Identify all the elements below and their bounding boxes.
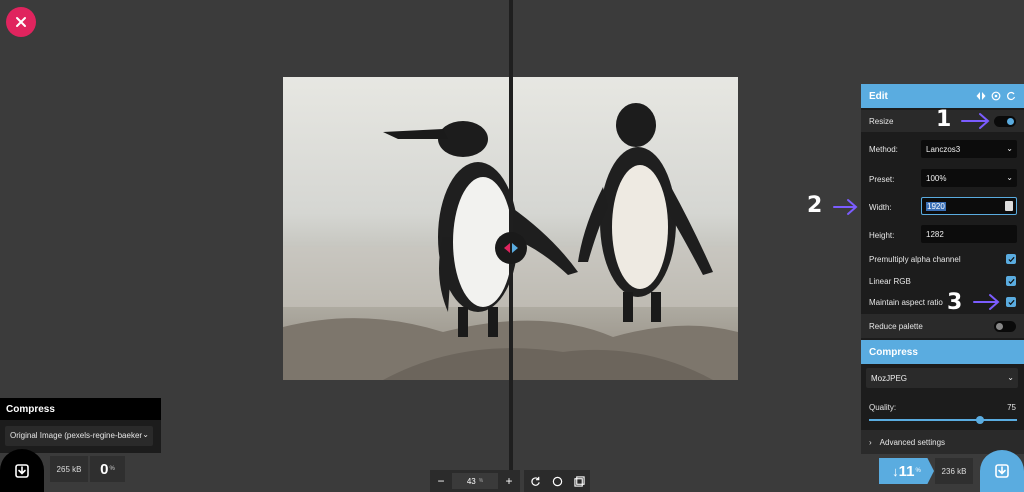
height-value: 1282 — [926, 230, 944, 239]
reduce-palette-row: Reduce palette — [861, 314, 1024, 338]
right-download-button[interactable] — [980, 450, 1024, 492]
annotation-1: 1 — [936, 107, 952, 132]
download-icon — [995, 464, 1009, 478]
download-icon — [15, 463, 29, 478]
split-handle[interactable] — [495, 232, 527, 264]
quality-slider[interactable] — [869, 416, 1017, 424]
preset-select[interactable]: 100% ⌄ — [921, 169, 1017, 187]
minus-icon: − — [437, 474, 445, 488]
close-button[interactable] — [6, 7, 36, 37]
quality-value: 75 — [1007, 402, 1016, 412]
original-image-select[interactable]: Original Image (pexels-regine-baeker ⌄ — [5, 426, 153, 446]
refresh-icon[interactable] — [1006, 91, 1016, 101]
size-reduction-badge: ↓ 11% — [879, 458, 934, 484]
zoom-toolbar: − 43% + — [430, 470, 520, 492]
edit-panel: Edit Resize Method: Lanczos3 ⌄ Preset: 1… — [861, 84, 1024, 454]
quality-label: Quality: — [869, 402, 897, 412]
reduction-percent: 11 — [898, 462, 915, 480]
left-compress-panel: Compress Original Image (pexels-regine-b… — [0, 398, 161, 453]
preview-overlay-button[interactable] — [570, 470, 588, 492]
method-value: Lanczos3 — [926, 145, 961, 154]
zoom-in-button[interactable]: + — [498, 470, 520, 492]
reduce-palette-label: Reduce palette — [869, 321, 923, 331]
edit-panel-title: Edit — [869, 90, 888, 102]
chevron-down-icon: ⌄ — [1006, 173, 1013, 182]
preset-value: 100% — [926, 174, 947, 183]
width-value: 1920 — [926, 202, 946, 211]
zoom-value: 43 — [466, 476, 476, 486]
annotation-arrow-1 — [961, 113, 990, 129]
background-toggle-button[interactable] — [548, 470, 566, 492]
premultiply-label: Premultiply alpha channel — [869, 254, 961, 264]
reduction-unit: % — [915, 468, 921, 474]
circle-icon — [552, 476, 562, 486]
chevron-down-icon: ⌄ — [1006, 144, 1013, 153]
check-icon — [1007, 278, 1015, 284]
quality-slider-thumb[interactable] — [976, 416, 984, 424]
left-percent-unit: % — [109, 466, 115, 472]
overlay-icon — [573, 475, 585, 487]
compress-section-header: Compress — [861, 340, 1024, 364]
original-image-select-value: Original Image (pexels-regine-baeker — [10, 431, 143, 440]
chevron-down-icon: ⌄ — [142, 430, 149, 439]
width-input[interactable]: 1920 — [921, 197, 1017, 215]
chevron-right-icon: › — [869, 437, 872, 447]
zoom-level[interactable]: 43% — [452, 473, 498, 489]
plus-icon: + — [505, 474, 513, 488]
codec-select[interactable]: MozJPEG ⌄ — [866, 368, 1018, 388]
check-icon — [1007, 256, 1015, 262]
height-input[interactable]: 1282 — [921, 225, 1017, 243]
annotation-2: 2 — [807, 193, 823, 218]
left-percent: 0% — [90, 456, 125, 482]
rotate-icon — [530, 476, 540, 486]
resize-toggle[interactable] — [994, 115, 1016, 127]
aspect-ratio-checkbox[interactable] — [1006, 297, 1016, 307]
rotate-button[interactable] — [526, 470, 544, 492]
annotation-arrow-3 — [973, 294, 1000, 310]
expand-icon[interactable] — [991, 91, 1001, 101]
annotation-3: 3 — [947, 290, 963, 315]
codec-value: MozJPEG — [871, 374, 908, 383]
reduce-palette-toggle[interactable] — [994, 320, 1016, 332]
left-download-button[interactable] — [0, 449, 44, 492]
linear-rgb-checkbox[interactable] — [1006, 276, 1016, 286]
compare-icon[interactable] — [976, 91, 986, 101]
linear-rgb-row: Linear RGB — [861, 271, 1024, 291]
zoom-out-button[interactable]: − — [430, 470, 452, 492]
right-file-size: 236 kB — [935, 458, 973, 484]
quality-row: Quality: 75 — [861, 400, 1024, 414]
view-toolbar — [524, 470, 590, 492]
advanced-settings-label: Advanced settings — [879, 437, 946, 447]
left-panel-title: Compress — [0, 398, 161, 420]
left-file-size: 265 kB — [50, 456, 88, 482]
chevron-down-icon: ⌄ — [1007, 373, 1014, 382]
edit-panel-header: Edit — [861, 84, 1024, 108]
check-icon — [1007, 299, 1015, 305]
linear-rgb-label: Linear RGB — [869, 276, 911, 286]
premultiply-row: Premultiply alpha channel — [861, 249, 1024, 269]
width-stepper[interactable] — [1005, 201, 1013, 211]
premultiply-checkbox[interactable] — [1006, 254, 1016, 264]
split-arrows-icon — [504, 243, 518, 253]
zoom-unit: % — [478, 478, 484, 484]
close-icon — [16, 17, 26, 27]
annotation-arrow-2 — [833, 199, 858, 215]
left-percent-value: 0 — [100, 460, 109, 478]
method-select[interactable]: Lanczos3 ⌄ — [921, 140, 1017, 158]
